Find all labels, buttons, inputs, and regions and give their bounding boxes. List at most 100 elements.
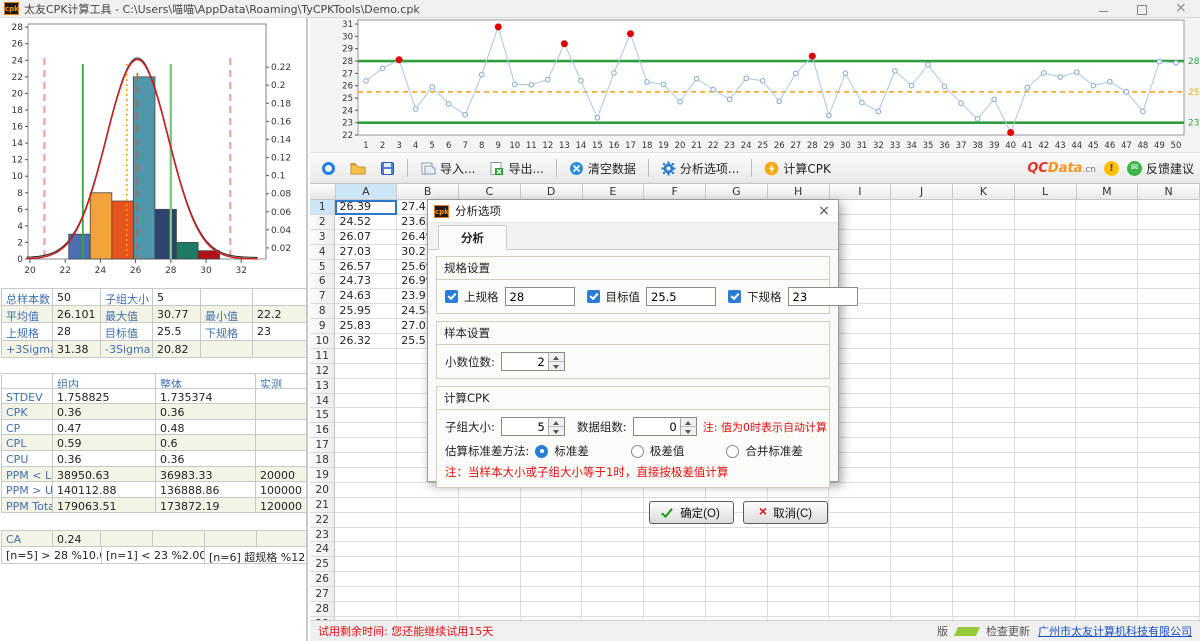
decimal-places-input[interactable] — [502, 353, 548, 370]
grid-cell[interactable] — [335, 468, 397, 483]
grid-cell[interactable] — [1138, 274, 1200, 289]
grid-cell[interactable] — [335, 587, 397, 602]
grid-cell[interactable]: 27.03 — [335, 245, 397, 260]
grid-cell[interactable] — [1015, 200, 1077, 215]
grid-cell[interactable] — [1015, 453, 1077, 468]
grid-row-header[interactable]: 15 — [310, 408, 335, 423]
grid-cell[interactable] — [829, 602, 891, 617]
grid-cell[interactable] — [891, 274, 953, 289]
grid-cell[interactable] — [1015, 602, 1077, 617]
grid-cell[interactable] — [706, 542, 768, 557]
target-checkbox[interactable] — [587, 290, 600, 303]
warning-icon[interactable]: ! — [1104, 161, 1119, 176]
grid-cell[interactable] — [521, 572, 583, 587]
grid-column-header[interactable]: F — [644, 184, 706, 200]
grid-cell[interactable] — [953, 200, 1015, 215]
grid-cell[interactable] — [644, 557, 706, 572]
grid-cell[interactable] — [1076, 260, 1138, 275]
grid-cell[interactable] — [953, 408, 1015, 423]
new-file-button[interactable] — [316, 158, 341, 179]
grid-cell[interactable] — [953, 513, 1015, 528]
check-update-link[interactable]: 检查更新 — [986, 623, 1030, 639]
grid-column-header[interactable]: K — [953, 184, 1015, 200]
grid-cell[interactable] — [1015, 468, 1077, 483]
grid-cell[interactable] — [891, 215, 953, 230]
grid-cell[interactable] — [891, 498, 953, 513]
grid-cell[interactable] — [891, 438, 953, 453]
clear-data-button[interactable]: 清空数据 — [564, 157, 641, 180]
grid-cell[interactable] — [953, 319, 1015, 334]
grid-cell[interactable] — [459, 602, 521, 617]
grid-cell[interactable] — [1138, 379, 1200, 394]
grid-column-header[interactable]: I — [830, 184, 892, 200]
grid-cell[interactable] — [768, 587, 830, 602]
grid-cell[interactable] — [1015, 438, 1077, 453]
grid-cell[interactable] — [1076, 349, 1138, 364]
grid-cell[interactable] — [953, 468, 1015, 483]
grid-cell[interactable] — [829, 572, 891, 587]
grid-cell[interactable] — [1138, 289, 1200, 304]
grid-row-header[interactable]: 23 — [310, 528, 335, 543]
stepper-up-icon[interactable] — [549, 353, 564, 362]
grid-row-header[interactable]: 28 — [310, 602, 335, 617]
grid-cell[interactable] — [1138, 408, 1200, 423]
grid-cell[interactable] — [335, 394, 397, 409]
grid-cell[interactable] — [1015, 394, 1077, 409]
grid-cell[interactable] — [891, 394, 953, 409]
grid-cell[interactable] — [1015, 304, 1077, 319]
radio-stdev[interactable] — [535, 445, 548, 458]
grid-cell[interactable] — [891, 379, 953, 394]
grid-column-header[interactable]: L — [1015, 184, 1077, 200]
grid-cell[interactable] — [891, 245, 953, 260]
grid-cell[interactable]: 26.32 — [335, 334, 397, 349]
grid-corner[interactable] — [310, 184, 336, 200]
grid-cell[interactable] — [1015, 528, 1077, 543]
grid-cell[interactable] — [459, 528, 521, 543]
grid-cell[interactable] — [1138, 200, 1200, 215]
grid-cell[interactable] — [891, 587, 953, 602]
grid-cell[interactable] — [1138, 483, 1200, 498]
grid-cell[interactable] — [1076, 572, 1138, 587]
grid-cell[interactable] — [1138, 349, 1200, 364]
grid-cell[interactable] — [953, 528, 1015, 543]
grid-cell[interactable] — [1138, 513, 1200, 528]
grid-cell[interactable] — [953, 498, 1015, 513]
usl-input[interactable] — [505, 287, 575, 306]
grid-cell[interactable] — [335, 379, 397, 394]
grid-cell[interactable] — [1015, 379, 1077, 394]
grid-cell[interactable] — [953, 304, 1015, 319]
grid-cell[interactable] — [1138, 364, 1200, 379]
analysis-options-button[interactable]: 分析选项... — [656, 157, 744, 180]
grid-cell[interactable] — [891, 513, 953, 528]
grid-cell[interactable] — [1076, 423, 1138, 438]
grid-cell[interactable] — [891, 528, 953, 543]
target-input[interactable] — [646, 287, 716, 306]
grid-cell[interactable] — [891, 334, 953, 349]
grid-cell[interactable] — [891, 200, 953, 215]
grid-cell[interactable] — [582, 572, 644, 587]
grid-row-header[interactable]: 27 — [310, 587, 335, 602]
grid-row-header[interactable]: 11 — [310, 349, 335, 364]
grid-cell[interactable] — [335, 572, 397, 587]
grid-row-header[interactable]: 13 — [310, 379, 335, 394]
grid-cell[interactable] — [397, 557, 459, 572]
grid-cell[interactable] — [1076, 438, 1138, 453]
grid-cell[interactable] — [891, 408, 953, 423]
grid-cell[interactable] — [1138, 260, 1200, 275]
grid-cell[interactable] — [644, 542, 706, 557]
grid-cell[interactable] — [953, 215, 1015, 230]
grid-row-header[interactable]: 9 — [310, 319, 335, 334]
grid-cell[interactable] — [1076, 319, 1138, 334]
grid-cell[interactable] — [644, 587, 706, 602]
grid-cell[interactable] — [953, 245, 1015, 260]
grid-cell[interactable] — [768, 528, 830, 543]
ok-button[interactable]: 确定(O) — [649, 501, 734, 524]
decimal-places-stepper[interactable] — [501, 352, 565, 371]
grid-cell[interactable] — [521, 557, 583, 572]
grid-cell[interactable] — [1138, 230, 1200, 245]
grid-cell[interactable] — [1015, 542, 1077, 557]
grid-cell[interactable] — [1015, 319, 1077, 334]
grid-cell[interactable] — [891, 289, 953, 304]
grid-cell[interactable] — [1138, 557, 1200, 572]
grid-cell[interactable] — [829, 513, 891, 528]
